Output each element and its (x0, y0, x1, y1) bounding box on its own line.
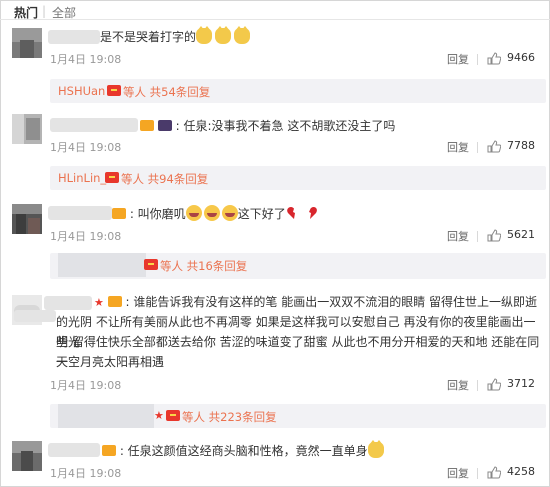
vip-badge-icon (102, 445, 116, 456)
vip-badge-icon (107, 296, 122, 307)
laughing-emoji-icon (221, 205, 238, 221)
cat-emoji-icon (367, 440, 384, 458)
comment-text: 是不是哭着打字的 (100, 26, 550, 47)
member-badge-icon (107, 85, 121, 96)
star-icon: ★ (154, 409, 164, 422)
member-badge-icon (144, 259, 158, 270)
reply-user[interactable]: HSHUan (58, 84, 105, 98)
username-hidden[interactable] (50, 118, 138, 132)
action-divider (477, 468, 478, 479)
reply-count[interactable]: 等人 共16条回复 (160, 258, 247, 274)
reply-summary[interactable]: 等人 共16条回复 (50, 253, 546, 279)
cat-emoji-icon (215, 26, 232, 44)
action-divider (477, 54, 478, 65)
comment-text: : 任泉这颜值这经商头脑和性格，竟然一直单身 (102, 440, 550, 461)
header-divider (0, 19, 550, 20)
star-icon: ★ (94, 296, 104, 309)
username-hidden[interactable] (48, 30, 100, 44)
member-badge-icon (166, 410, 180, 421)
avatar[interactable] (12, 28, 42, 58)
reply-count[interactable]: 等人 共94条回复 (121, 171, 208, 187)
comment-text: : 叫你磨叽 这下好了 (112, 204, 550, 224)
username-hidden[interactable] (48, 443, 100, 457)
reply-summary[interactable]: ★ 等人 共223条回复 (50, 404, 546, 428)
reply-button[interactable]: 回复 (447, 377, 469, 393)
comment-text: : 任泉:没事我不着急 这不胡歌还没主了吗 (140, 116, 550, 136)
comment-date: 1月4日 19:08 (50, 379, 122, 392)
cat-emoji-icon (196, 26, 213, 44)
reply-button[interactable]: 回复 (447, 139, 469, 155)
action-divider (477, 142, 478, 153)
avatar[interactable] (12, 114, 42, 144)
comment-text: ★ : 谁能告诉我有没有这样的笔 能画出一双双不流泪的眼睛 留得住世上一纵即逝 (94, 295, 538, 309)
username-hidden-overflow (14, 310, 56, 322)
reply-button[interactable]: 回复 (447, 465, 469, 481)
vip-badge-icon (140, 120, 154, 131)
avatar[interactable] (12, 204, 42, 234)
thumbs-up-icon[interactable] (487, 52, 501, 65)
thumbs-up-icon[interactable] (487, 378, 501, 391)
level-badge-icon (157, 120, 172, 131)
reply-summary[interactable]: HLinLin_ 等人 共94条回复 (50, 166, 546, 190)
comment-date: 1月4日 19:08 (50, 141, 122, 154)
like-count: 7788 (507, 139, 535, 152)
reply-count[interactable]: 等人 共54条回复 (123, 84, 210, 100)
avatar[interactable] (12, 441, 42, 471)
comment-date: 1月4日 19:08 (50, 53, 122, 66)
laughing-emoji-icon (185, 205, 202, 221)
like-count: 9466 (507, 51, 535, 64)
reply-user-hidden[interactable] (58, 404, 154, 428)
reply-button[interactable]: 回复 (447, 51, 469, 67)
broken-heart-icon (286, 205, 302, 221)
reply-button[interactable]: 回复 (447, 228, 469, 244)
reply-user[interactable]: HLinLin_ (58, 171, 106, 185)
comment-text-line: 天空月亮太阳再相遇 (56, 355, 165, 369)
username-hidden[interactable] (48, 206, 112, 220)
tab-separator: | (42, 4, 47, 18)
thumbs-up-icon[interactable] (487, 140, 501, 153)
action-divider (477, 380, 478, 391)
action-divider (477, 231, 478, 242)
reply-user-hidden[interactable] (58, 253, 146, 277)
thumbs-up-icon[interactable] (487, 466, 501, 479)
like-count: 5621 (507, 228, 535, 241)
reply-count[interactable]: 等人 共223条回复 (182, 409, 277, 425)
laughing-emoji-icon (203, 205, 220, 221)
cat-emoji-icon (234, 26, 251, 44)
thumbs-up-icon[interactable] (487, 229, 501, 242)
broken-heart-icon (302, 205, 318, 221)
like-count: 3712 (507, 377, 535, 390)
member-badge-icon (105, 172, 119, 183)
reply-summary[interactable]: HSHUan 等人 共54条回复 (50, 79, 546, 103)
like-count: 4258 (507, 465, 535, 478)
comment-date: 1月4日 19:08 (50, 230, 122, 243)
comment-date: 1月4日 19:08 (50, 467, 122, 480)
username-hidden[interactable] (44, 296, 92, 310)
vip-badge-icon (112, 208, 126, 219)
